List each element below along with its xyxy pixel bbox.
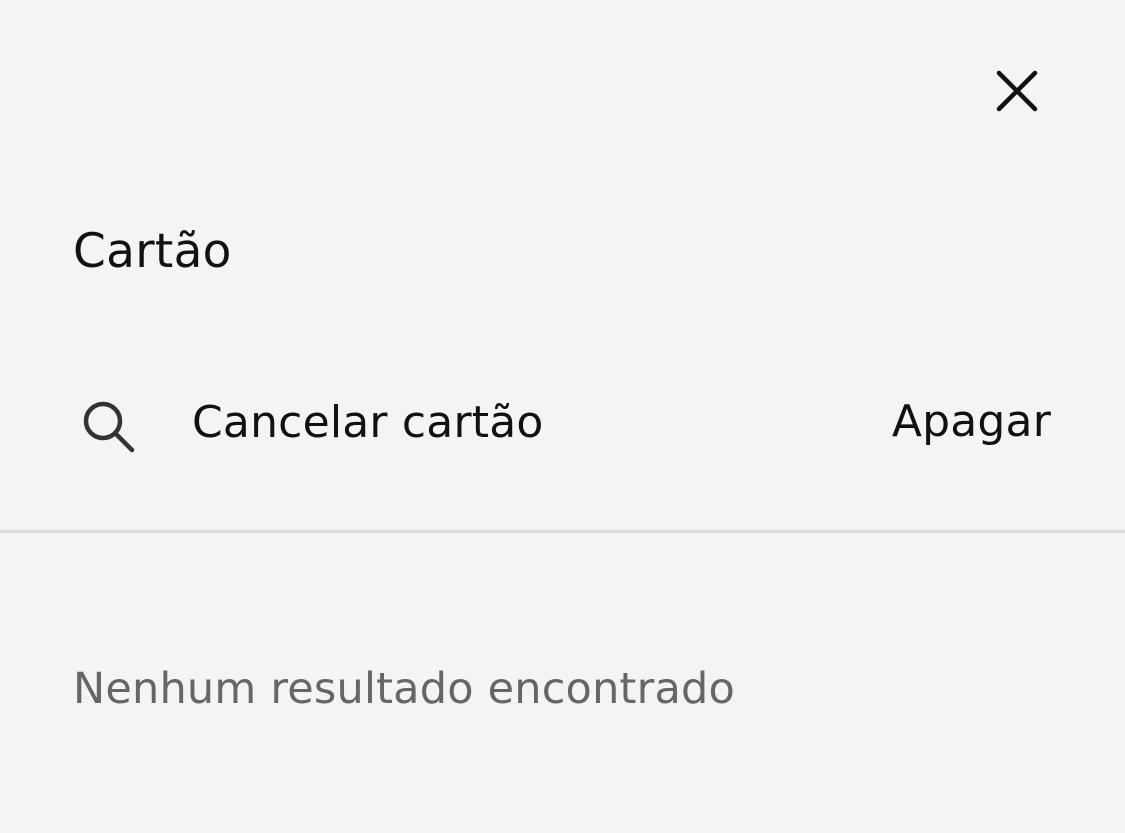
page-title: Cartão xyxy=(73,224,232,279)
close-icon xyxy=(996,70,1038,112)
search-input[interactable] xyxy=(192,392,832,452)
clear-button[interactable]: Apagar xyxy=(892,392,1051,452)
search-icon xyxy=(83,401,135,453)
divider xyxy=(0,530,1125,533)
search-bar: Apagar xyxy=(0,362,1125,482)
close-button[interactable] xyxy=(988,62,1046,120)
empty-results-message: Nenhum resultado encontrado xyxy=(73,664,736,714)
